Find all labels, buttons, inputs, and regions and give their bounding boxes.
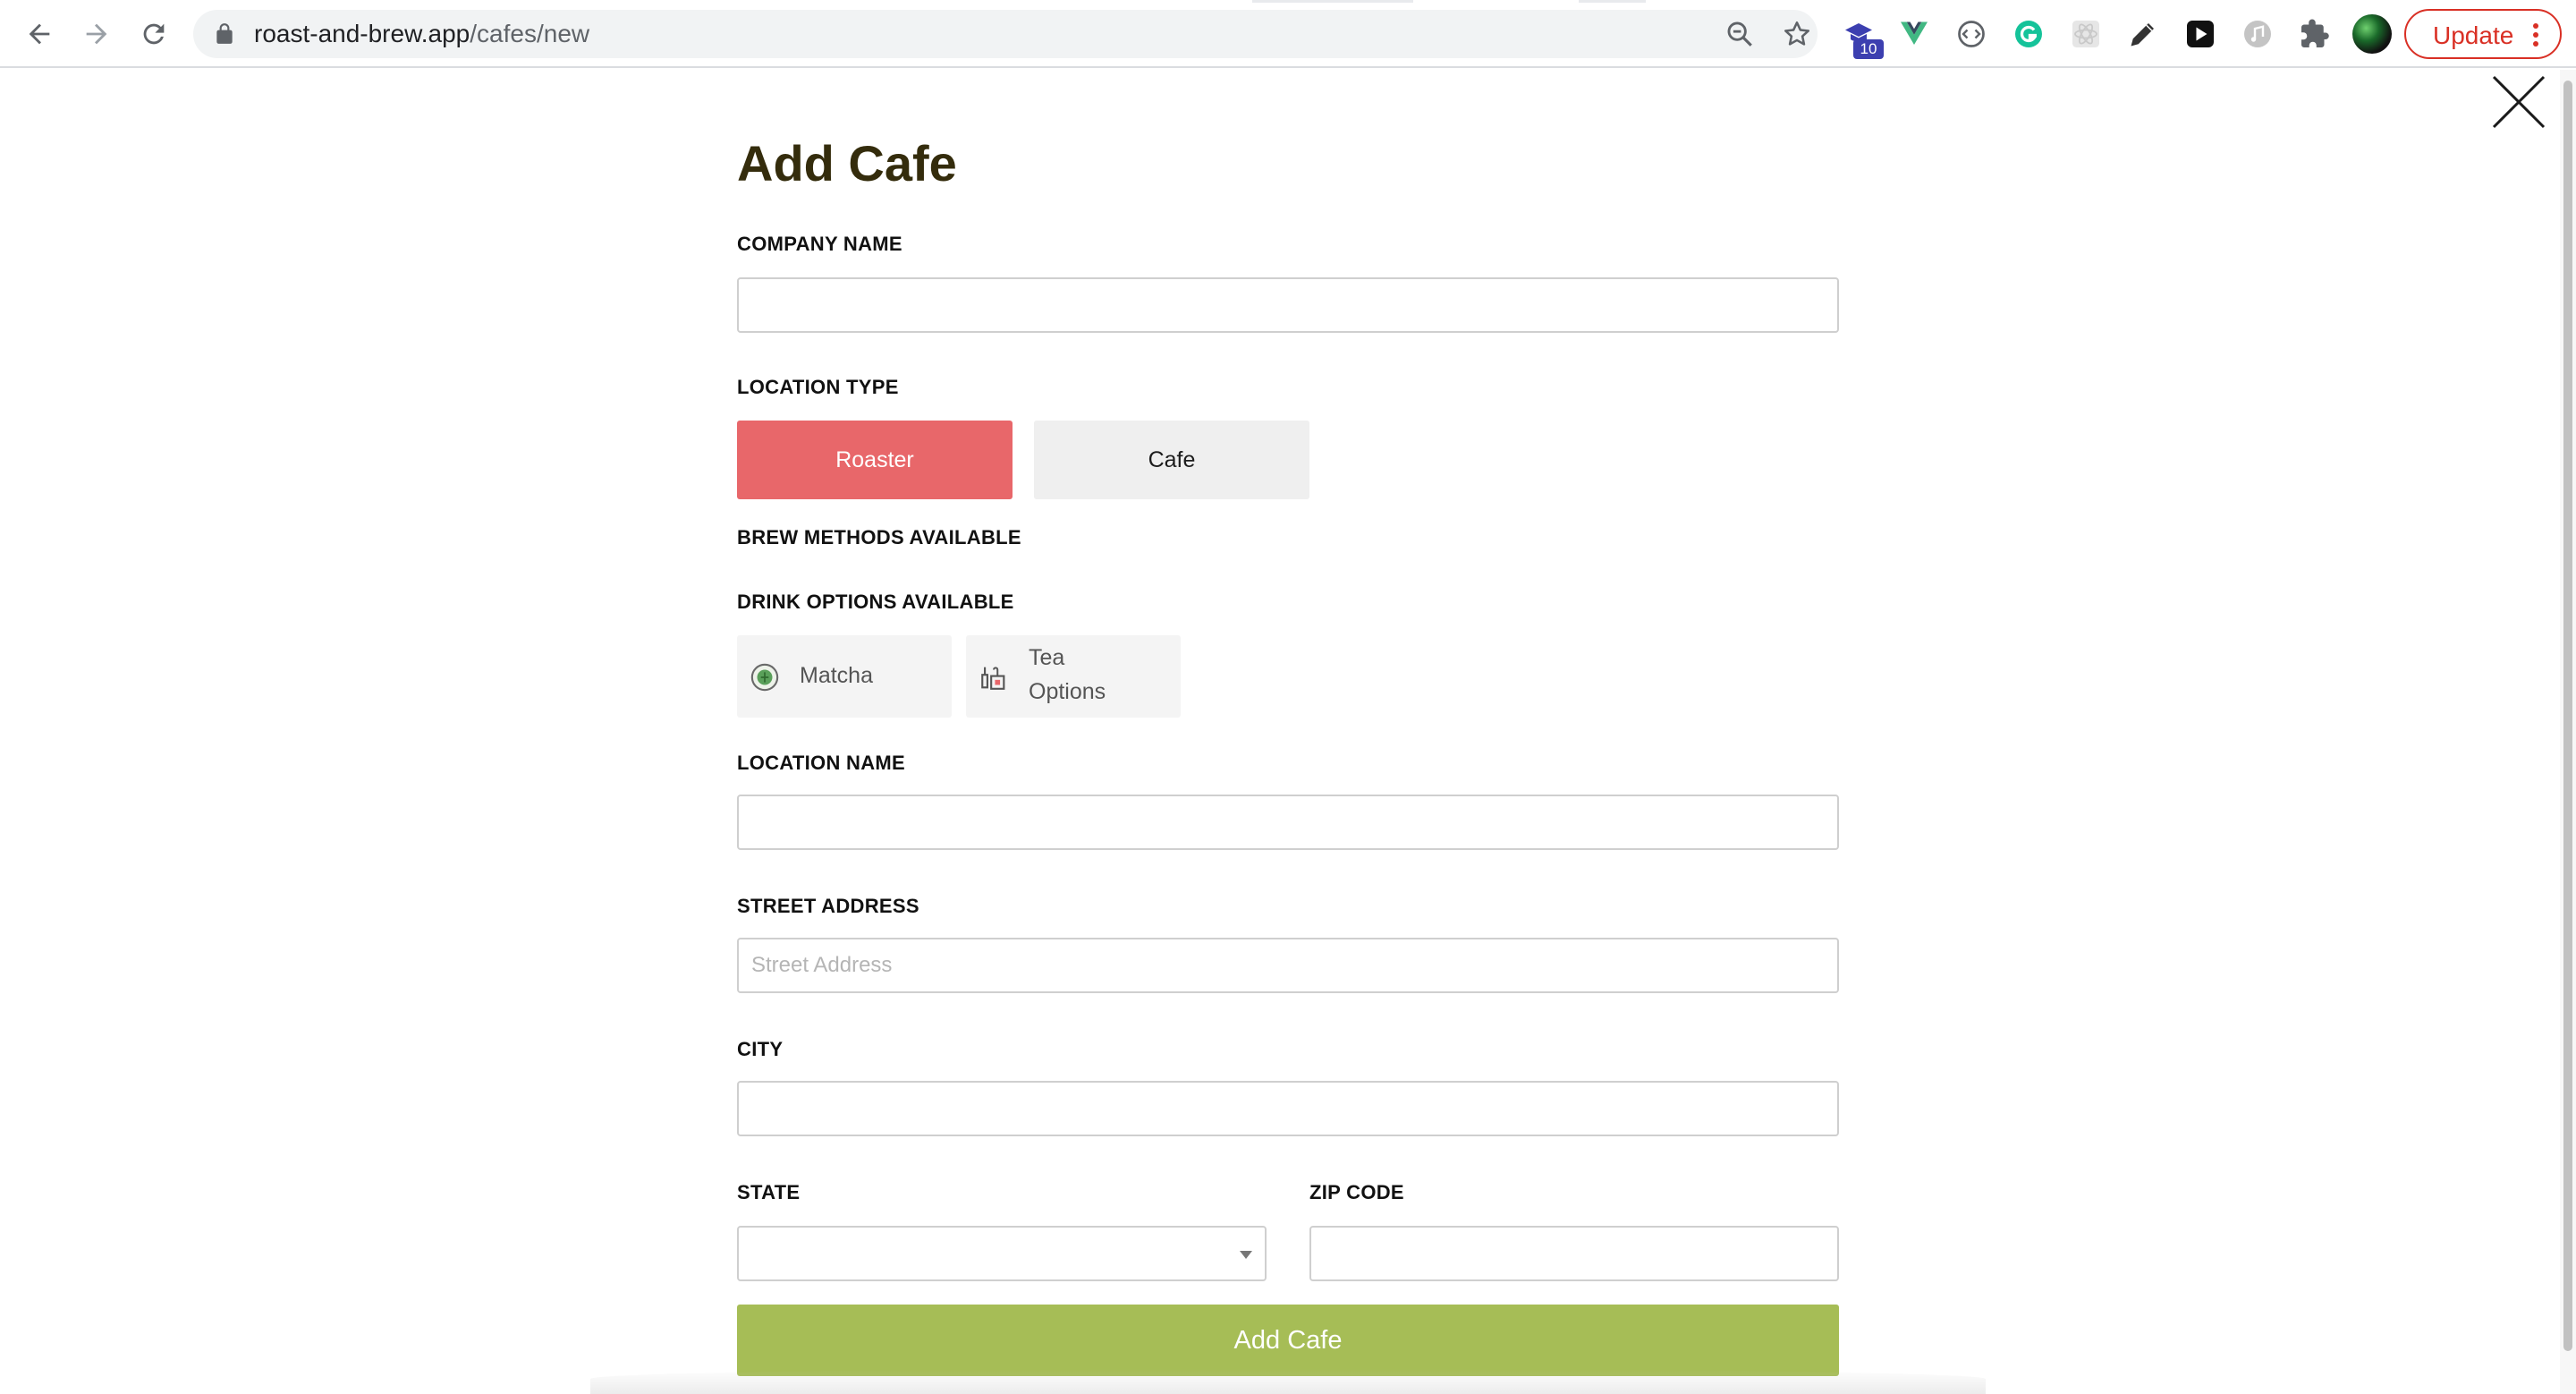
city-input[interactable] [737,1081,1839,1136]
chevron-down-icon [1240,1251,1252,1259]
location-type-label: LOCATION TYPE [737,376,899,398]
page-title: Add Cafe [737,135,957,191]
matcha-icon [750,663,779,692]
profile-avatar[interactable] [2352,14,2392,54]
location-name-input[interactable] [737,795,1839,850]
street-address-label: STREET ADDRESS [737,895,919,917]
close-icon[interactable] [2490,73,2547,131]
drink-option-label: Matcha [800,663,873,688]
add-cafe-submit-button[interactable]: Add Cafe [737,1305,1839,1376]
address-bar[interactable]: roast-and-brew.app/cafes/new [193,10,1818,58]
back-arrow-icon [29,23,50,45]
reload-button[interactable] [132,13,175,55]
grammarly-icon[interactable] [2011,16,2046,52]
tab-strip-edge [1252,0,1413,3]
browser-toolbar: roast-and-brew.app/cafes/new 10 Update [0,0,2576,68]
drink-options-label: DRINK OPTIONS AVAILABLE [737,591,1014,613]
zoom-icon[interactable] [1724,19,1755,49]
react-devtools-icon[interactable] [2068,16,2104,52]
more-menu-icon [2533,23,2538,47]
brew-methods-label: BREW METHODS AVAILABLE [737,526,1021,548]
tab-strip-edge [1579,0,1646,3]
zip-code-label: ZIP CODE [1309,1181,1404,1203]
city-label: CITY [737,1038,784,1060]
star-icon[interactable] [1782,19,1812,49]
url-text: roast-and-brew.app/cafes/new [254,21,589,47]
update-button[interactable]: Update [2404,9,2562,59]
back-button[interactable] [18,13,61,55]
code-extension-icon[interactable] [1953,16,1989,52]
modal-bottom-shadow [590,1369,1986,1394]
location-type-cafe-button[interactable]: Cafe [1034,421,1309,499]
state-label: STATE [737,1181,801,1203]
url-path: /cafes/new [470,20,590,47]
video-play-icon[interactable] [2182,16,2218,52]
vue-devtools-icon[interactable] [1896,16,1932,52]
puzzle-icon[interactable] [2297,16,2333,52]
pencil-icon[interactable] [2125,16,2161,52]
url-host: roast-and-brew.app [254,20,470,47]
zip-code-input[interactable] [1309,1226,1839,1281]
company-name-label: COMPANY NAME [737,233,902,255]
drink-option-tea[interactable]: Tea Options [966,635,1181,718]
update-label: Update [2433,21,2514,49]
forward-button[interactable] [75,13,118,55]
drink-option-matcha[interactable]: Matcha [737,635,952,718]
drink-option-label-line2: Options [1029,679,1106,704]
state-select[interactable] [737,1226,1267,1281]
company-name-input[interactable] [737,277,1839,333]
extension-badge: 10 [1853,39,1884,59]
reload-icon [143,23,165,45]
drink-option-label-line1: Tea [1029,645,1065,670]
forward-arrow-icon [86,23,107,45]
tea-icon [981,667,1005,690]
street-address-input[interactable] [737,938,1839,993]
scrollbar-thumb[interactable] [2563,81,2572,1351]
location-type-roaster-button[interactable]: Roaster [737,421,1013,499]
lock-icon [216,23,233,44]
location-name-label: LOCATION NAME [737,752,906,774]
page-content [0,70,2576,1394]
music-icon[interactable] [2240,16,2275,52]
